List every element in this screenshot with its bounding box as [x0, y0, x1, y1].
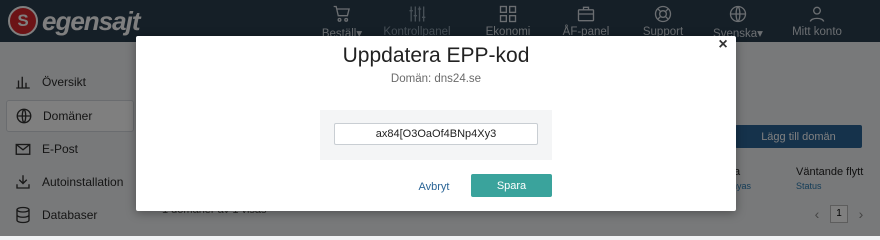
update-epp-dialog: × Uppdatera EPP-kod Domän: dns24.se Avbr… — [136, 36, 736, 211]
dialog-subtitle: Domän: dns24.se — [390, 73, 482, 85]
cancel-button[interactable]: Avbryt — [404, 176, 464, 198]
epp-field-container — [320, 110, 552, 160]
save-button[interactable]: Spara — [471, 174, 552, 197]
dialog-title: Uppdatera EPP-kod — [342, 44, 530, 67]
epp-code-input[interactable] — [334, 123, 538, 145]
